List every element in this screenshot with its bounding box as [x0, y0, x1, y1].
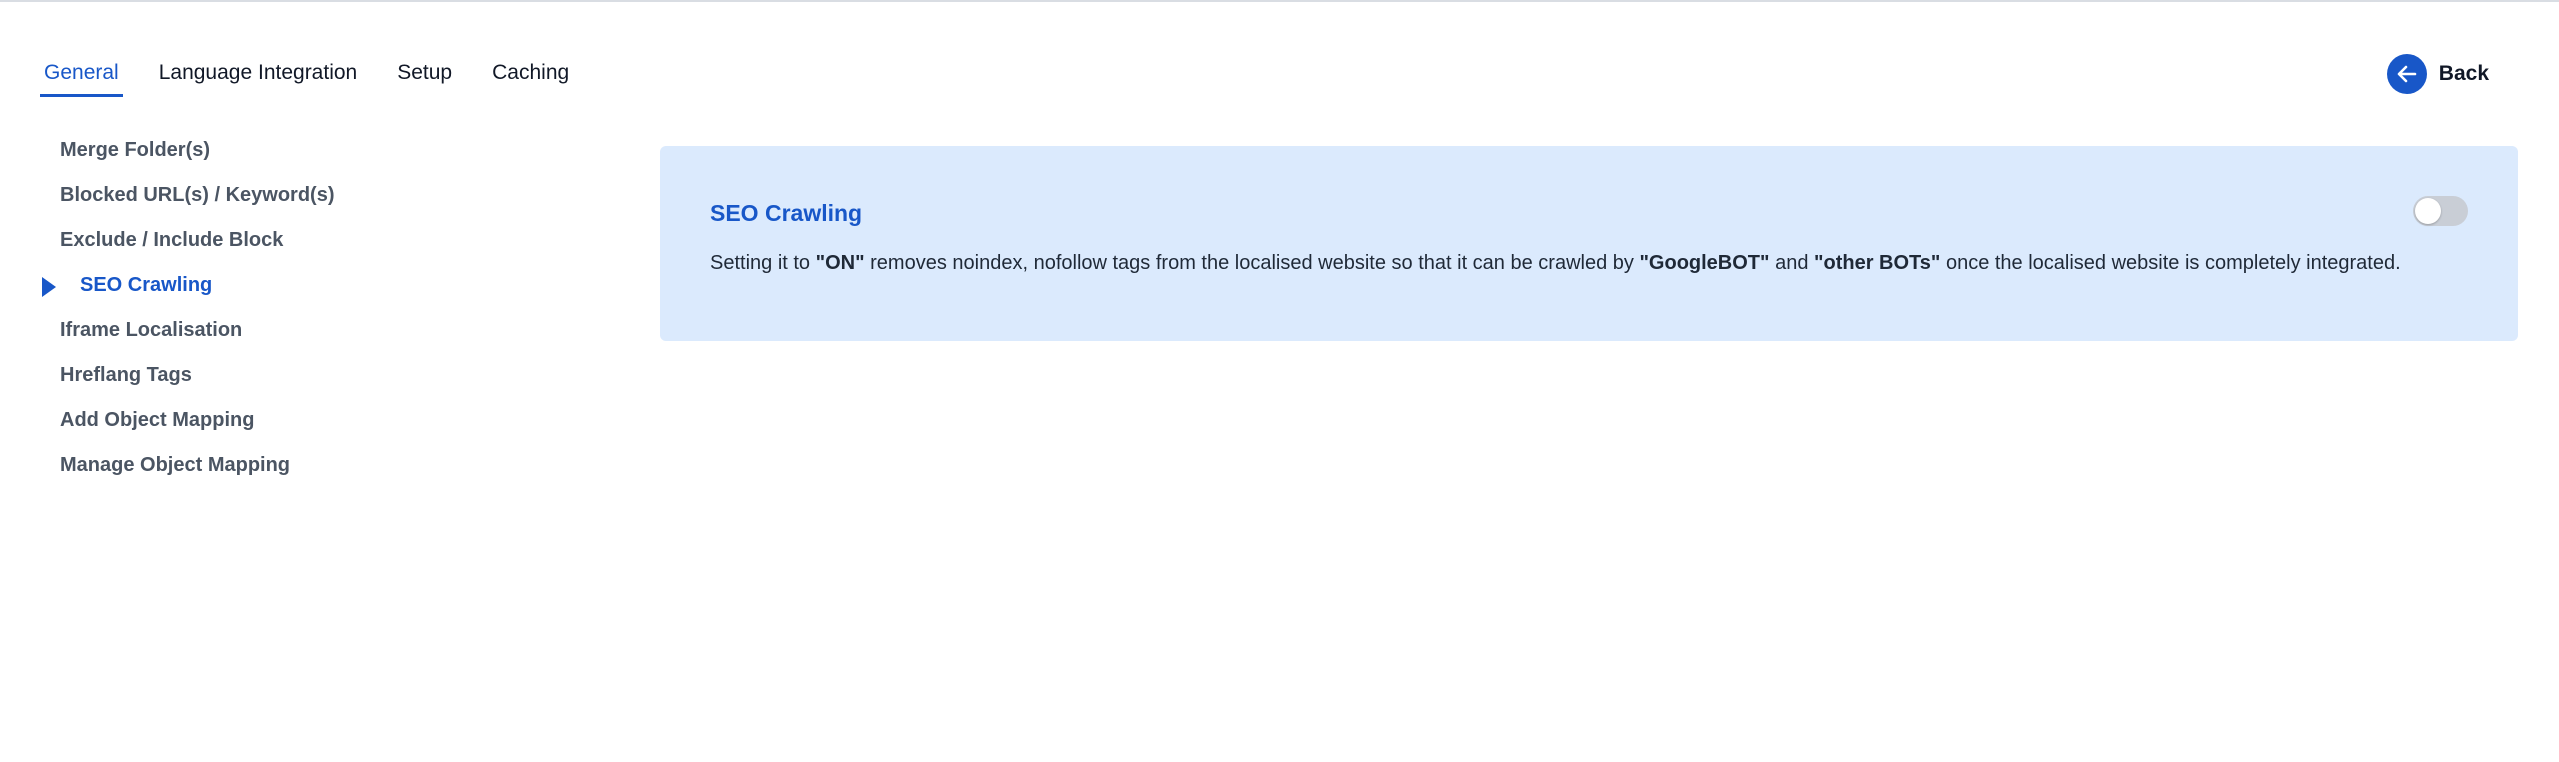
tab-caching[interactable]: Caching: [488, 56, 573, 97]
sidebar-item-seo-crawling[interactable]: SEO Crawling: [40, 267, 600, 312]
desc-text: Setting it to: [710, 252, 816, 274]
sidebar-item-label: Add Object Mapping: [60, 409, 255, 431]
top-divider: [0, 0, 2559, 2]
sidebar-item-iframe-localisation[interactable]: Iframe Localisation: [40, 312, 600, 357]
sidebar-item-add-object-mapping[interactable]: Add Object Mapping: [40, 402, 600, 447]
desc-other-bots: "other BOTs": [1814, 252, 1941, 274]
panel-description: Setting it to "ON" removes noindex, nofo…: [710, 252, 2401, 275]
desc-googlebot: "GoogleBOT": [1639, 252, 1770, 274]
sidebar-item-label: Blocked URL(s) / Keyword(s): [60, 184, 335, 206]
arrow-left-icon: [2386, 54, 2427, 94]
back-label: Back: [2438, 62, 2489, 85]
caret-right-icon: [42, 277, 56, 297]
sidebar: Merge Folder(s) Blocked URL(s) / Keyword…: [40, 132, 600, 492]
desc-on: "ON": [815, 252, 865, 274]
sidebar-item-manage-object-mapping[interactable]: Manage Object Mapping: [40, 447, 600, 492]
sidebar-item-exclude-include-block[interactable]: Exclude / Include Block: [40, 222, 600, 267]
tab-bar: General Language Integration Setup Cachi…: [40, 56, 605, 97]
tab-setup[interactable]: Setup: [393, 56, 456, 97]
back-button[interactable]: Back: [2386, 54, 2489, 94]
panel-title: SEO Crawling: [710, 200, 863, 226]
seo-crawling-panel: SEO Crawling Setting it to "ON" removes …: [660, 146, 2518, 341]
desc-text: removes noindex, nofollow tags from the …: [864, 252, 1640, 274]
sidebar-item-label: SEO Crawling: [80, 274, 213, 296]
sidebar-item-label: Manage Object Mapping: [60, 454, 291, 476]
sidebar-item-blocked-urls[interactable]: Blocked URL(s) / Keyword(s): [40, 177, 600, 222]
sidebar-item-merge-folders[interactable]: Merge Folder(s): [40, 132, 600, 177]
tab-language-integration[interactable]: Language Integration: [155, 56, 362, 97]
desc-text: once the localised website is completely…: [1940, 252, 2401, 274]
toggle-knob: [2415, 198, 2441, 224]
sidebar-item-hreflang-tags[interactable]: Hreflang Tags: [40, 357, 600, 402]
sidebar-item-label: Iframe Localisation: [60, 319, 243, 341]
sidebar-item-label: Exclude / Include Block: [60, 229, 284, 251]
desc-text: and: [1769, 252, 1814, 274]
tab-general[interactable]: General: [40, 56, 123, 97]
sidebar-item-label: Hreflang Tags: [60, 364, 192, 386]
seo-crawling-toggle[interactable]: [2413, 196, 2468, 226]
sidebar-item-label: Merge Folder(s): [60, 139, 211, 161]
